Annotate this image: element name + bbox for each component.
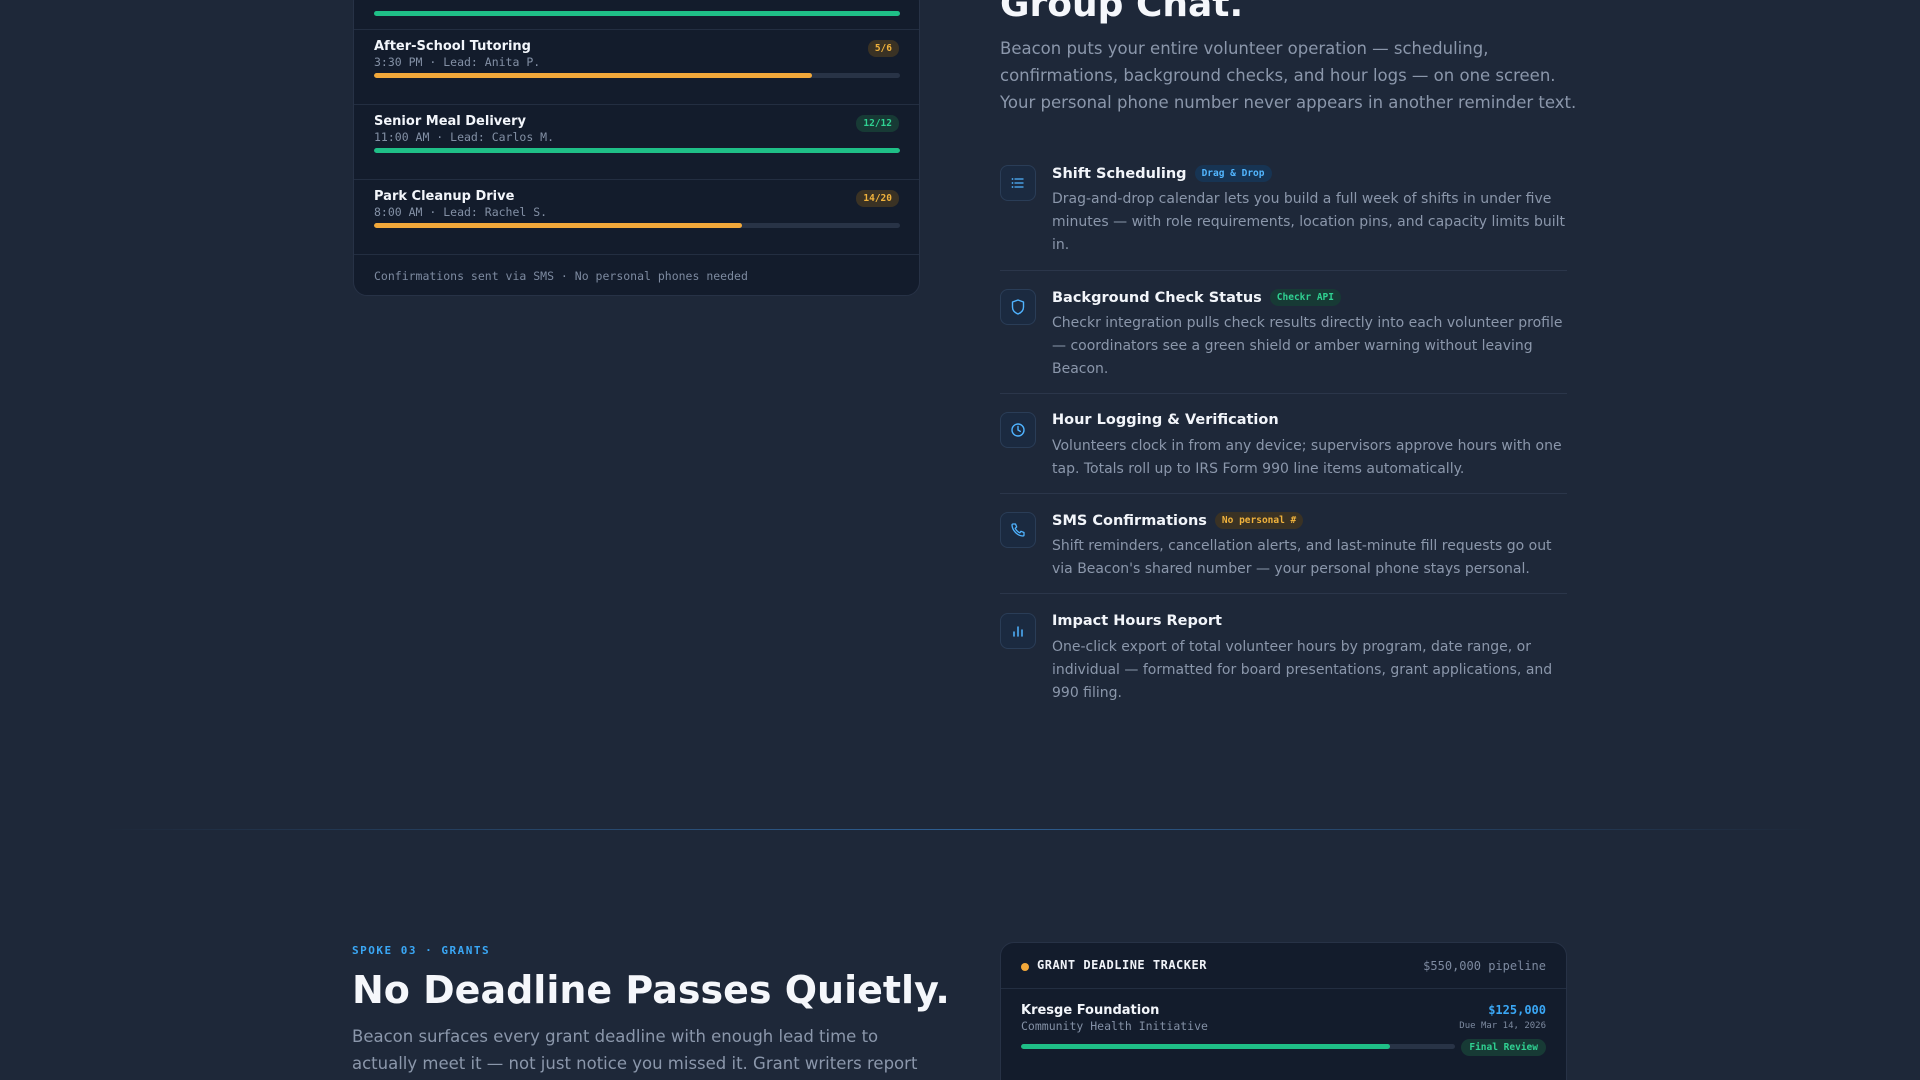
- feature-title: SMS Confirmations: [1052, 512, 1207, 529]
- shift-progress-track: [374, 148, 900, 153]
- shift-progress-fill: [374, 223, 743, 228]
- feature-tag: Drag & Drop: [1194, 165, 1272, 182]
- grant-amount: $125,000: [1488, 1003, 1546, 1017]
- feature-title: Hour Logging & Verification: [1052, 412, 1279, 428]
- tracker-title: GRANT DEADLINE TRACKER: [1037, 958, 1207, 972]
- shift-meta: 3:30 PM · Lead: Anita P.: [374, 55, 541, 69]
- feature-description: Volunteers clock in from any device; sup…: [1052, 438, 1562, 477]
- clock-icon: [1000, 412, 1036, 448]
- previous-shift-progress-bar: [374, 11, 900, 16]
- shift-name: Senior Meal Delivery: [374, 114, 526, 129]
- shift-schedule-card: After-School Tutoring 3:30 PM · Lead: An…: [353, 0, 920, 296]
- list-icon: [1000, 165, 1036, 201]
- card-footer-note: Confirmations sent via SMS · No personal…: [374, 269, 748, 283]
- shift-meta: 8:00 AM · Lead: Rachel S.: [374, 205, 548, 219]
- feature-title: Impact Hours Report: [1052, 613, 1222, 629]
- feature-title: Background Check Status: [1052, 289, 1262, 306]
- shift-name: Park Cleanup Drive: [374, 189, 515, 204]
- shield-icon: [1000, 289, 1036, 325]
- feature-tag: Checkr API: [1269, 289, 1341, 306]
- feature-description: Drag-and-drop calendar lets you build a …: [1052, 191, 1566, 253]
- pipeline-total: $550,000 pipeline: [1423, 959, 1546, 973]
- grant-row[interactable]: Kresge Foundation Community Health Initi…: [1001, 990, 1566, 1070]
- grant-name: Kresge Foundation: [1021, 1003, 1160, 1018]
- grant-program: Community Health Initiative: [1021, 1019, 1208, 1033]
- shift-row[interactable]: Senior Meal Delivery 11:00 AM · Lead: Ca…: [354, 104, 919, 179]
- shift-capacity-badge: 5/6: [867, 40, 899, 57]
- section-eyebrow: SPOKE 03 · GRANTS: [352, 944, 491, 957]
- shift-row[interactable]: After-School Tutoring 3:30 PM · Lead: An…: [354, 29, 919, 104]
- section-heading: Group Chat.: [1000, 0, 1244, 25]
- section-divider: [100, 829, 1820, 830]
- grants-heading: No Deadline Passes Quietly.: [352, 968, 950, 1012]
- shift-progress-track: [374, 73, 900, 78]
- grant-status-badge: Final Review: [1461, 1039, 1546, 1056]
- feature-tag: No personal #: [1214, 512, 1304, 529]
- phone-icon: [1000, 512, 1036, 548]
- feature-item-background-check: Background Check Status Checkr API Check…: [1000, 289, 1567, 394]
- tracker-header: GRANT DEADLINE TRACKER $550,000 pipeline: [1001, 943, 1566, 989]
- shift-capacity-badge: 14/20: [856, 190, 899, 207]
- feature-description: One-click export of total volunteer hour…: [1052, 639, 1553, 701]
- grant-progress-fill: [1021, 1044, 1390, 1049]
- feature-item-impact-report: Impact Hours Report One-click export of …: [1000, 613, 1567, 703]
- shift-capacity-badge: 12/12: [856, 115, 899, 132]
- feature-title: Shift Scheduling: [1052, 165, 1187, 182]
- shift-progress-fill: [374, 148, 900, 153]
- shift-row[interactable]: Park Cleanup Drive 8:00 AM · Lead: Rache…: [354, 179, 919, 254]
- shift-progress-track: [374, 223, 900, 228]
- grant-progress-track: [1021, 1044, 1455, 1049]
- feature-item-shift-scheduling: Shift Scheduling Drag & Drop Drag-and-dr…: [1000, 165, 1567, 271]
- shift-name: After-School Tutoring: [374, 39, 531, 54]
- grants-description: Beacon surfaces every grant deadline wit…: [352, 1027, 918, 1073]
- feature-item-hour-logging: Hour Logging & Verification Volunteers c…: [1000, 412, 1567, 494]
- section-intro: Beacon puts your entire volunteer operat…: [1000, 39, 1577, 112]
- feature-item-sms-confirmations: SMS Confirmations No personal # Shift re…: [1000, 512, 1567, 594]
- grant-deadline-tracker-card: GRANT DEADLINE TRACKER $550,000 pipeline…: [1000, 942, 1567, 1080]
- status-dot: [1021, 963, 1029, 971]
- grant-due-date: Due Mar 14, 2026: [1459, 1021, 1546, 1031]
- bar-chart-icon: [1000, 613, 1036, 649]
- shift-meta: 11:00 AM · Lead: Carlos M.: [374, 130, 555, 144]
- feature-description: Shift reminders, cancellation alerts, an…: [1052, 538, 1552, 577]
- shift-progress-fill: [374, 73, 813, 78]
- feature-description: Checkr integration pulls check results d…: [1052, 315, 1563, 377]
